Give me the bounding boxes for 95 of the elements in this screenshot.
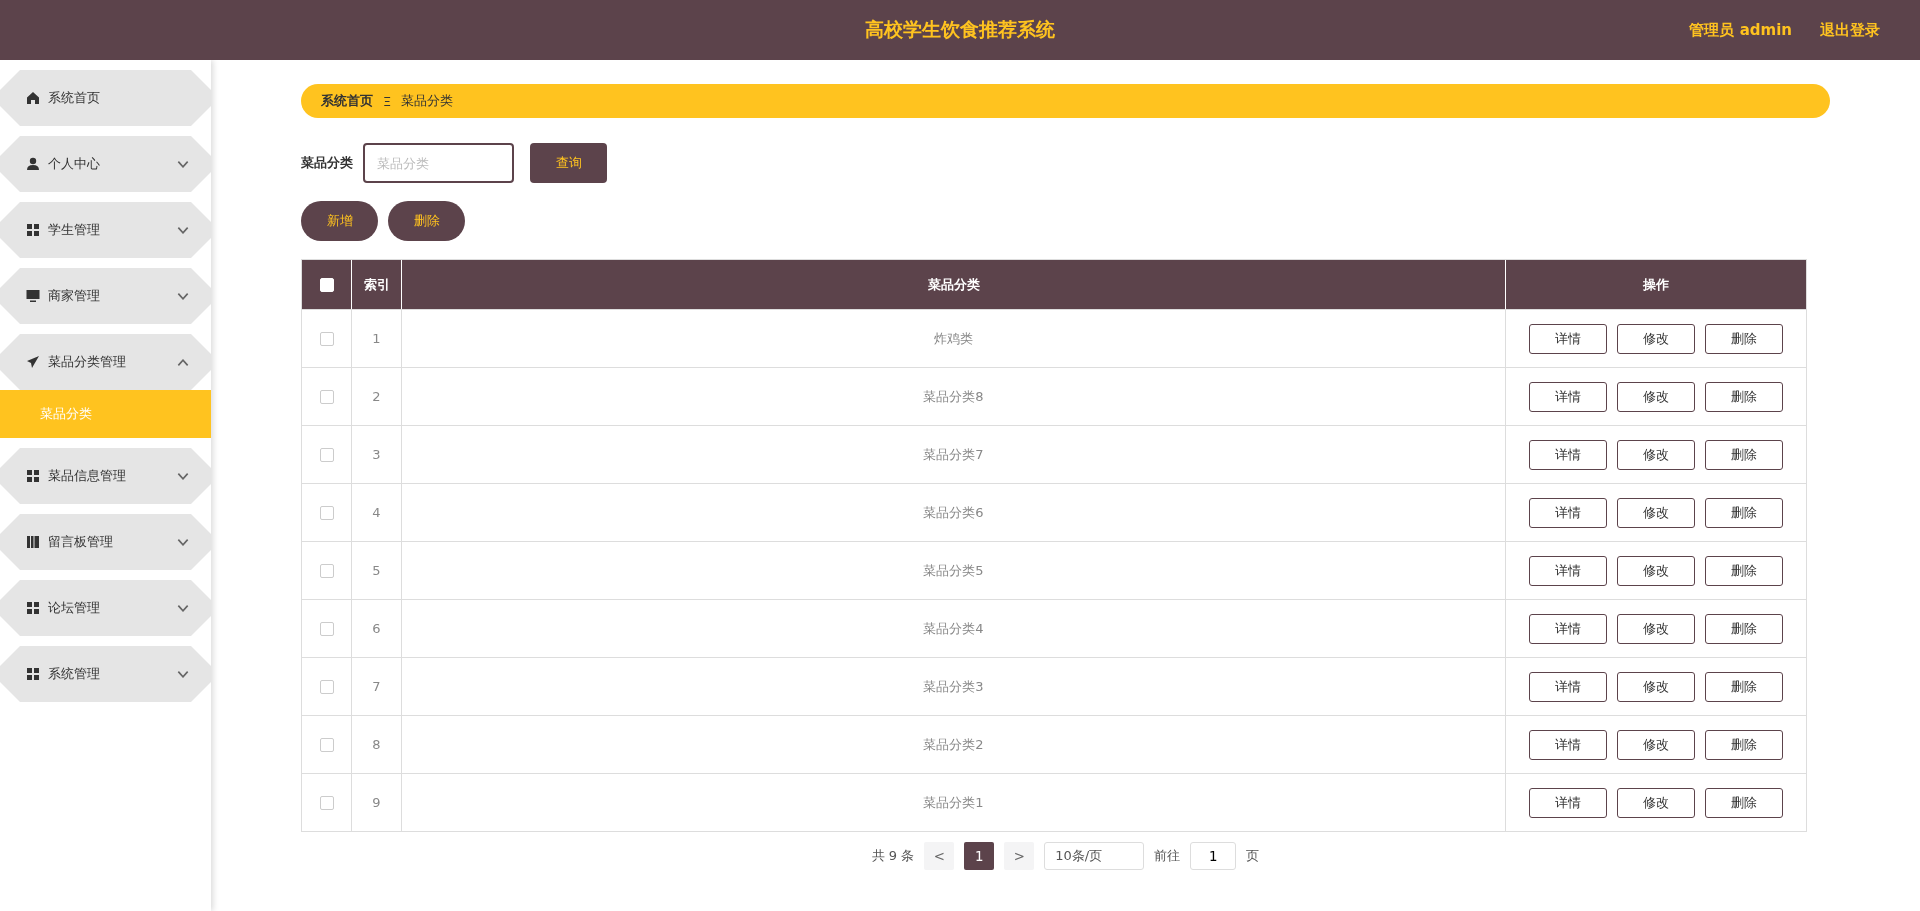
delete-button[interactable]: 删除 [1705,787,1783,818]
index-cell: 7 [372,679,381,694]
detail-button[interactable]: 详情 [1529,381,1607,412]
detail-button[interactable]: 详情 [1529,613,1607,644]
book-icon [26,535,40,549]
category-cell: 菜品分类3 [923,677,984,696]
row-checkbox[interactable] [319,795,334,810]
prev-page-button[interactable]: < [924,842,955,870]
home-icon [26,91,40,105]
index-cell: 9 [372,795,381,810]
goto-label: 前往 [1154,847,1181,865]
grid-icon [26,601,40,615]
menu-item[interactable]: 留言板管理 [0,514,211,570]
category-cell: 菜品分类4 [923,619,984,638]
menu-item[interactable]: 商家管理 [0,268,211,324]
detail-button[interactable]: 详情 [1529,323,1607,354]
grid-icon [26,469,40,483]
select-all-checkbox[interactable] [319,277,334,292]
detail-button[interactable]: 详情 [1529,671,1607,702]
delete-button[interactable]: 删除 [1705,439,1783,470]
edit-button[interactable]: 修改 [1617,381,1695,412]
add-button[interactable]: 新增 [301,201,378,241]
page-suffix: 页 [1246,847,1260,865]
detail-button[interactable]: 详情 [1529,555,1607,586]
detail-button[interactable]: 详情 [1529,497,1607,528]
page-size-select[interactable]: 10条/页 [1044,842,1145,870]
edit-button[interactable]: 修改 [1617,671,1695,702]
edit-button[interactable]: 修改 [1617,497,1695,528]
edit-button[interactable]: 修改 [1617,555,1695,586]
column-header: 操作 [1643,275,1669,294]
search-label: 菜品分类 [301,154,353,172]
edit-button[interactable]: 修改 [1617,613,1695,644]
row-checkbox[interactable] [319,447,334,462]
page-button[interactable]: 1 [964,842,995,870]
index-cell: 4 [372,505,381,520]
row-checkbox[interactable] [319,679,334,694]
delete-button[interactable]: 删除 [1705,381,1783,412]
breadcrumb-separator: Ξ [383,93,392,109]
column-header: 索引 [363,275,390,294]
detail-button[interactable]: 详情 [1529,439,1607,470]
index-cell: 1 [372,331,381,346]
category-cell: 炸鸡类 [934,329,973,348]
menu-item[interactable]: 菜品分类管理 [0,334,211,390]
index-cell: 2 [372,389,381,404]
index-cell: 8 [372,737,381,752]
menu-item[interactable]: 系统管理 [0,646,211,702]
column-header: 菜品分类 [927,275,980,294]
grid-icon [26,667,40,681]
breadcrumb-item[interactable]: 菜品分类 [401,92,454,110]
app-title: 高校学生饮食推荐系统 [865,18,1055,40]
logout-link[interactable]: 退出登录 [1820,20,1880,40]
detail-button[interactable]: 详情 [1529,729,1607,760]
search-field[interactable]: 菜品分类 [363,143,514,183]
row-checkbox[interactable] [319,505,334,520]
detail-button[interactable]: 详情 [1529,787,1607,818]
row-checkbox[interactable] [319,389,334,404]
delete-button[interactable]: 删除 [388,201,465,241]
user-icon [26,157,40,171]
delete-button[interactable]: 删除 [1705,729,1783,760]
menu-item[interactable]: 菜品信息管理 [0,448,211,504]
category-cell: 菜品分类2 [923,735,984,754]
category-cell: 菜品分类8 [923,387,984,406]
next-page-button[interactable]: > [1004,842,1035,870]
row-checkbox[interactable] [319,621,334,636]
delete-button[interactable]: 删除 [1705,497,1783,528]
edit-button[interactable]: 修改 [1617,439,1695,470]
paper-plane-icon [26,355,40,369]
category-cell: 菜品分类7 [923,445,984,464]
row-checkbox[interactable] [319,563,334,578]
edit-button[interactable]: 修改 [1617,323,1695,354]
monitor-icon [26,289,40,303]
delete-button[interactable]: 删除 [1705,323,1783,354]
menu-item[interactable]: 论坛管理 [0,580,211,636]
index-cell: 6 [372,621,381,636]
user-label: 管理员 admin [1689,20,1792,40]
index-cell: 5 [372,563,381,578]
grid-icon [26,223,40,237]
search-button[interactable]: 查询 [530,143,607,183]
menu-item[interactable]: 系统首页 [0,70,211,126]
row-checkbox[interactable] [319,737,334,752]
breadcrumb-item[interactable]: 系统首页 [321,92,373,110]
row-checkbox[interactable] [319,331,334,346]
delete-button[interactable]: 删除 [1705,613,1783,644]
edit-button[interactable]: 修改 [1617,787,1695,818]
category-cell: 菜品分类5 [923,561,984,580]
menu-item[interactable]: 学生管理 [0,202,211,258]
category-cell: 菜品分类6 [923,503,984,522]
delete-button[interactable]: 删除 [1705,671,1783,702]
total-count: 共 9 条 [871,847,915,865]
edit-button[interactable]: 修改 [1617,729,1695,760]
delete-button[interactable]: 删除 [1705,555,1783,586]
index-cell: 3 [372,447,381,462]
page-input[interactable]: 1 [1190,842,1237,870]
menu-item[interactable]: 个人中心 [0,136,211,192]
category-cell: 菜品分类1 [923,793,984,812]
